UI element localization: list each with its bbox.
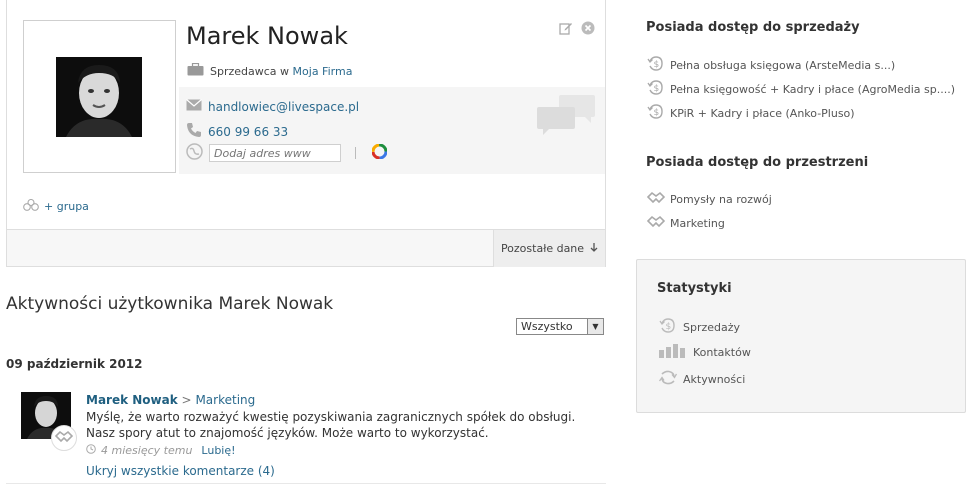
role-text: Sprzedawca w Moja Firma (210, 64, 353, 78)
sale-icon: $ (647, 56, 665, 74)
profile-actions (559, 20, 595, 35)
profile-card: Marek Nowak Sprzedawca w Moja Firma hand… (6, 0, 606, 267)
space-item-label: Marketing (670, 217, 725, 230)
svg-text:$: $ (666, 322, 672, 332)
svg-text:$: $ (654, 108, 660, 118)
separator (355, 147, 356, 159)
phone-row: 660 99 66 33 (186, 122, 288, 141)
chat-bubbles-icon (535, 95, 597, 143)
phone-icon (186, 122, 202, 141)
stat-row-activities[interactable]: Aktywności (658, 370, 746, 388)
activity-filter-select[interactable]: Wszystko ▼ (516, 318, 604, 335)
card-footer: Pozostałe dane (7, 229, 605, 267)
envelope-icon (186, 99, 202, 114)
entry-arrow: > (181, 393, 192, 407)
sales-access-heading: Posiada dostęp do sprzedaży (646, 20, 860, 35)
stats-box: Statystyki $ Sprzedaży Kontaktów Aktywno… (636, 259, 966, 413)
close-icon[interactable] (581, 20, 595, 35)
space-access-heading: Posiada dostęp do przestrzeni (646, 155, 869, 170)
refresh-icon (658, 370, 678, 388)
profile-photo-frame (23, 20, 176, 173)
phone-link[interactable]: 660 99 66 33 (208, 125, 288, 139)
space-item[interactable]: Pomysły na rozwój (646, 191, 772, 208)
entry-meta: 4 miesięcy temu Lubię! (86, 444, 236, 457)
entry-space-link[interactable]: Marketing (195, 393, 255, 407)
profile-name: Marek Nowak (186, 22, 348, 50)
group-icon (23, 198, 39, 214)
sale-icon: $ (659, 318, 677, 336)
email-row: handlowiec@livespace.pl (186, 99, 359, 114)
entry-header: Marek Nowak > Marketing (86, 393, 255, 407)
sale-icon: $ (647, 80, 665, 98)
sales-item[interactable]: $ Pełna księgowość + Kadry i płace (Agro… (647, 80, 955, 98)
activity-title: Aktywności użytkownika Marek Nowak (6, 294, 334, 314)
stat-row-sales[interactable]: $ Sprzedaży (659, 318, 740, 336)
profile-photo (56, 57, 142, 137)
date-heading: 09 październik 2012 (6, 357, 143, 371)
stat-label: Aktywności (683, 372, 746, 386)
people-icon (659, 344, 687, 361)
clock-icon (86, 444, 96, 457)
stat-row-contacts[interactable]: Kontaktów (659, 344, 751, 361)
space-badge (51, 425, 77, 451)
handshake-icon (646, 215, 666, 232)
www-row (186, 143, 388, 163)
chevron-down-icon[interactable]: ▼ (587, 319, 603, 334)
space-item-label: Pomysły na rozwój (670, 193, 772, 206)
company-link[interactable]: Moja Firma (293, 65, 353, 78)
space-item[interactable]: Marketing (646, 215, 725, 232)
more-data-label: Pozostałe dane (500, 242, 585, 255)
entry-text: Myślę, że warto rozważyć kwestię pozyski… (86, 410, 576, 440)
add-group-link[interactable]: + grupa (23, 198, 89, 214)
sales-item[interactable]: $ KPiR + Kadry i płace (Anko-Pluso) (647, 104, 855, 122)
svg-text:$: $ (654, 84, 660, 94)
www-input[interactable] (209, 144, 341, 162)
arrow-down-icon (590, 242, 598, 255)
handshake-icon (54, 429, 74, 448)
edit-icon[interactable] (559, 20, 573, 35)
role-row: Sprzedawca w Moja Firma (187, 62, 353, 79)
handshake-icon (646, 191, 666, 208)
hide-comments-link[interactable]: Ukryj wszystkie komentarze (4) (86, 464, 275, 478)
svg-text:$: $ (654, 60, 660, 70)
add-group-label: + grupa (44, 200, 89, 213)
google-icon[interactable] (371, 143, 388, 162)
contact-box: handlowiec@livespace.pl 660 99 66 33 (179, 87, 605, 174)
like-link[interactable]: Lubię! (201, 444, 235, 457)
filter-value: Wszystko (521, 320, 573, 333)
more-data-button[interactable]: Pozostałe dane (493, 230, 605, 267)
stat-label: Sprzedaży (683, 320, 741, 334)
sales-item-label: KPiR + Kadry i płace (Anko-Pluso) (670, 106, 855, 120)
divider (6, 483, 606, 484)
entry-time: 4 miesięcy temu (101, 444, 193, 457)
globe-icon (186, 143, 203, 163)
briefcase-icon (187, 62, 204, 79)
email-link[interactable]: handlowiec@livespace.pl (208, 100, 359, 114)
entry-author-link[interactable]: Marek Nowak (86, 393, 178, 407)
stats-title: Statystyki (657, 281, 732, 296)
sale-icon: $ (647, 104, 665, 122)
sales-item-label: Pełna księgowość + Kadry i płace (AgroMe… (670, 82, 956, 96)
stat-label: Kontaktów (693, 346, 751, 359)
sales-item[interactable]: $ Pełna obsługa księgowa (ArsteMedia s..… (647, 56, 895, 74)
sales-item-label: Pełna obsługa księgowa (ArsteMedia s...) (670, 58, 896, 72)
